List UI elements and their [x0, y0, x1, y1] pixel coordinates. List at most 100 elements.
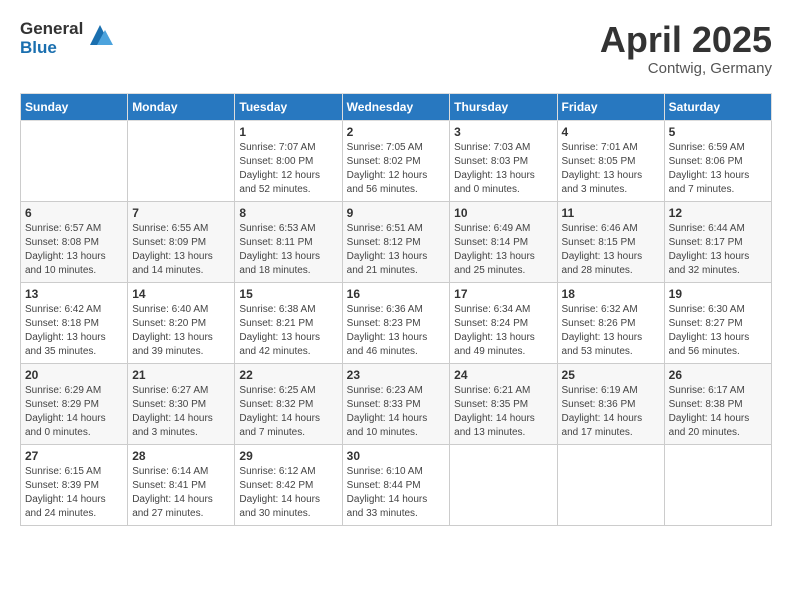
- calendar-cell: 16 Sunrise: 6:36 AM Sunset: 8:23 PM Dayli…: [342, 282, 450, 363]
- calendar-week-5: 27 Sunrise: 6:15 AM Sunset: 8:39 PM Dayli…: [21, 444, 772, 525]
- calendar-cell: [557, 444, 664, 525]
- day-detail: Sunrise: 6:25 AM Sunset: 8:32 PM Dayligh…: [239, 384, 337, 440]
- day-number: 15: [239, 287, 337, 301]
- calendar-cell: 30 Sunrise: 6:10 AM Sunset: 8:44 PM Dayli…: [342, 444, 450, 525]
- day-detail: Sunrise: 6:53 AM Sunset: 8:11 PM Dayligh…: [239, 222, 337, 278]
- calendar-week-4: 20 Sunrise: 6:29 AM Sunset: 8:29 PM Dayli…: [21, 363, 772, 444]
- day-number: 28: [132, 449, 230, 463]
- calendar-week-3: 13Sunrise: 6:42 AM Sunset: 8:18 PM Dayli…: [21, 282, 772, 363]
- weekday-header-saturday: Saturday: [664, 93, 771, 120]
- day-detail: Sunrise: 6:14 AM Sunset: 8:41 PM Dayligh…: [132, 465, 230, 521]
- calendar-cell: 25Sunrise: 6:19 AM Sunset: 8:36 PM Dayli…: [557, 363, 664, 444]
- day-number: 12: [669, 206, 767, 220]
- day-detail: Sunrise: 6:21 AM Sunset: 8:35 PM Dayligh…: [454, 384, 552, 440]
- day-detail: Sunrise: 6:51 AM Sunset: 8:12 PM Dayligh…: [347, 222, 446, 278]
- day-detail: Sunrise: 7:01 AM Sunset: 8:05 PM Dayligh…: [562, 141, 660, 197]
- day-detail: Sunrise: 6:27 AM Sunset: 8:30 PM Dayligh…: [132, 384, 230, 440]
- day-detail: Sunrise: 6:55 AM Sunset: 8:09 PM Dayligh…: [132, 222, 230, 278]
- logo-icon: [85, 20, 115, 50]
- calendar-cell: 4 Sunrise: 7:01 AM Sunset: 8:05 PM Daylig…: [557, 120, 664, 201]
- page-header: General Blue April 2025 Contwig, Germany: [20, 20, 772, 77]
- day-detail: Sunrise: 6:29 AM Sunset: 8:29 PM Dayligh…: [25, 384, 123, 440]
- weekday-header-monday: Monday: [128, 93, 235, 120]
- day-number: 16: [347, 287, 446, 301]
- calendar-cell: 6 Sunrise: 6:57 AM Sunset: 8:08 PM Daylig…: [21, 201, 128, 282]
- day-number: 23: [347, 368, 446, 382]
- calendar-cell: 23 Sunrise: 6:23 AM Sunset: 8:33 PM Dayli…: [342, 363, 450, 444]
- calendar-cell: 27 Sunrise: 6:15 AM Sunset: 8:39 PM Dayli…: [21, 444, 128, 525]
- day-detail: Sunrise: 6:57 AM Sunset: 8:08 PM Dayligh…: [25, 222, 123, 278]
- day-detail: Sunrise: 6:40 AM Sunset: 8:20 PM Dayligh…: [132, 303, 230, 359]
- calendar-cell: 15 Sunrise: 6:38 AM Sunset: 8:21 PM Dayli…: [235, 282, 342, 363]
- day-number: 14: [132, 287, 230, 301]
- day-detail: Sunrise: 6:46 AM Sunset: 8:15 PM Dayligh…: [562, 222, 660, 278]
- calendar-cell: 24Sunrise: 6:21 AM Sunset: 8:35 PM Dayli…: [450, 363, 557, 444]
- calendar-cell: [450, 444, 557, 525]
- day-number: 19: [669, 287, 767, 301]
- calendar-cell: 9 Sunrise: 6:51 AM Sunset: 8:12 PM Daylig…: [342, 201, 450, 282]
- day-number: 17: [454, 287, 552, 301]
- calendar-cell: 19 Sunrise: 6:30 AM Sunset: 8:27 PM Dayli…: [664, 282, 771, 363]
- weekday-header-thursday: Thursday: [450, 93, 557, 120]
- calendar-week-2: 6 Sunrise: 6:57 AM Sunset: 8:08 PM Daylig…: [21, 201, 772, 282]
- day-number: 11: [562, 206, 660, 220]
- day-detail: Sunrise: 6:30 AM Sunset: 8:27 PM Dayligh…: [669, 303, 767, 359]
- weekday-header-wednesday: Wednesday: [342, 93, 450, 120]
- calendar-cell: 17Sunrise: 6:34 AM Sunset: 8:24 PM Dayli…: [450, 282, 557, 363]
- calendar-cell: 26Sunrise: 6:17 AM Sunset: 8:38 PM Dayli…: [664, 363, 771, 444]
- day-detail: Sunrise: 6:42 AM Sunset: 8:18 PM Dayligh…: [25, 303, 123, 359]
- logo: General Blue: [20, 20, 115, 57]
- day-detail: Sunrise: 7:05 AM Sunset: 8:02 PM Dayligh…: [347, 141, 446, 197]
- day-number: 20: [25, 368, 123, 382]
- day-number: 6: [25, 206, 123, 220]
- location-title: Contwig, Germany: [600, 60, 772, 77]
- calendar-table: SundayMondayTuesdayWednesdayThursdayFrid…: [20, 93, 772, 526]
- day-detail: Sunrise: 6:15 AM Sunset: 8:39 PM Dayligh…: [25, 465, 123, 521]
- day-number: 27: [25, 449, 123, 463]
- calendar-cell: 21Sunrise: 6:27 AM Sunset: 8:30 PM Dayli…: [128, 363, 235, 444]
- day-number: 4: [562, 125, 660, 139]
- day-number: 8: [239, 206, 337, 220]
- calendar-cell: [21, 120, 128, 201]
- calendar-cell: 28 Sunrise: 6:14 AM Sunset: 8:41 PM Dayli…: [128, 444, 235, 525]
- calendar-cell: 11 Sunrise: 6:46 AM Sunset: 8:15 PM Dayli…: [557, 201, 664, 282]
- day-detail: Sunrise: 7:03 AM Sunset: 8:03 PM Dayligh…: [454, 141, 552, 197]
- day-number: 5: [669, 125, 767, 139]
- day-detail: Sunrise: 6:32 AM Sunset: 8:26 PM Dayligh…: [562, 303, 660, 359]
- calendar-cell: 2 Sunrise: 7:05 AM Sunset: 8:02 PM Daylig…: [342, 120, 450, 201]
- day-detail: Sunrise: 6:36 AM Sunset: 8:23 PM Dayligh…: [347, 303, 446, 359]
- calendar-cell: 1 Sunrise: 7:07 AM Sunset: 8:00 PM Daylig…: [235, 120, 342, 201]
- calendar-week-1: 1 Sunrise: 7:07 AM Sunset: 8:00 PM Daylig…: [21, 120, 772, 201]
- logo-general: General: [20, 20, 83, 39]
- calendar-cell: 29Sunrise: 6:12 AM Sunset: 8:42 PM Dayli…: [235, 444, 342, 525]
- calendar-cell: 20 Sunrise: 6:29 AM Sunset: 8:29 PM Dayli…: [21, 363, 128, 444]
- day-number: 9: [347, 206, 446, 220]
- calendar-cell: [128, 120, 235, 201]
- day-number: 30: [347, 449, 446, 463]
- calendar-cell: 8 Sunrise: 6:53 AM Sunset: 8:11 PM Daylig…: [235, 201, 342, 282]
- calendar-cell: 22Sunrise: 6:25 AM Sunset: 8:32 PM Dayli…: [235, 363, 342, 444]
- day-number: 18: [562, 287, 660, 301]
- day-number: 2: [347, 125, 446, 139]
- day-detail: Sunrise: 6:44 AM Sunset: 8:17 PM Dayligh…: [669, 222, 767, 278]
- day-detail: Sunrise: 6:38 AM Sunset: 8:21 PM Dayligh…: [239, 303, 337, 359]
- day-number: 25: [562, 368, 660, 382]
- day-detail: Sunrise: 6:23 AM Sunset: 8:33 PM Dayligh…: [347, 384, 446, 440]
- calendar-cell: 12 Sunrise: 6:44 AM Sunset: 8:17 PM Dayli…: [664, 201, 771, 282]
- calendar-cell: 5Sunrise: 6:59 AM Sunset: 8:06 PM Daylig…: [664, 120, 771, 201]
- day-detail: Sunrise: 6:10 AM Sunset: 8:44 PM Dayligh…: [347, 465, 446, 521]
- day-number: 29: [239, 449, 337, 463]
- logo-blue: Blue: [20, 39, 83, 58]
- day-detail: Sunrise: 7:07 AM Sunset: 8:00 PM Dayligh…: [239, 141, 337, 197]
- day-number: 7: [132, 206, 230, 220]
- day-number: 3: [454, 125, 552, 139]
- calendar-cell: 14 Sunrise: 6:40 AM Sunset: 8:20 PM Dayli…: [128, 282, 235, 363]
- calendar-cell: [664, 444, 771, 525]
- calendar-cell: 13Sunrise: 6:42 AM Sunset: 8:18 PM Dayli…: [21, 282, 128, 363]
- calendar-cell: 7 Sunrise: 6:55 AM Sunset: 8:09 PM Daylig…: [128, 201, 235, 282]
- calendar-cell: 3 Sunrise: 7:03 AM Sunset: 8:03 PM Daylig…: [450, 120, 557, 201]
- calendar-cell: 10Sunrise: 6:49 AM Sunset: 8:14 PM Dayli…: [450, 201, 557, 282]
- weekday-header-sunday: Sunday: [21, 93, 128, 120]
- day-number: 1: [239, 125, 337, 139]
- calendar-header: SundayMondayTuesdayWednesdayThursdayFrid…: [21, 93, 772, 120]
